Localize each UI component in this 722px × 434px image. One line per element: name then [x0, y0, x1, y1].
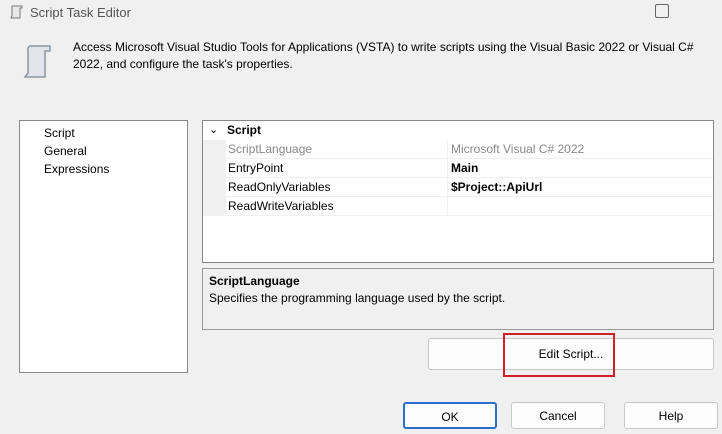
property-value[interactable]: Main — [448, 159, 713, 177]
property-help-panel: ScriptLanguage Specifies the programming… — [202, 268, 714, 330]
help-title: ScriptLanguage — [209, 274, 300, 288]
property-row[interactable]: EntryPoint Main — [203, 159, 713, 178]
property-name: ReadWriteVariables — [226, 197, 448, 215]
header-description: Access Microsoft Visual Studio Tools for… — [73, 40, 694, 71]
property-grid: ⌄ Script ScriptLanguage Microsoft Visual C… — [202, 120, 714, 263]
help-button[interactable]: Help — [624, 402, 718, 429]
property-value[interactable]: Microsoft Visual C# 2022 — [448, 140, 713, 158]
ok-button[interactable]: OK — [403, 402, 497, 429]
window-title: Script Task Editor — [30, 5, 131, 20]
nav-item-expressions[interactable]: Expressions — [20, 160, 187, 178]
chevron-down-icon[interactable]: ⌄ — [209, 121, 218, 140]
help-text: Specifies the programming language used … — [209, 291, 506, 305]
cancel-button[interactable]: Cancel — [511, 402, 605, 429]
highlight-box — [503, 333, 615, 377]
category-script[interactable]: ⌄ Script — [203, 121, 713, 140]
nav-item-script[interactable]: Script — [20, 124, 187, 142]
category-label: Script — [227, 123, 262, 137]
nav-item-general[interactable]: General — [20, 142, 187, 160]
property-row[interactable]: ReadOnlyVariables $Project::ApiUrl — [203, 178, 713, 197]
script-icon — [10, 5, 23, 19]
property-row[interactable]: ReadWriteVariables — [203, 197, 713, 216]
maximize-button[interactable] — [655, 4, 669, 18]
property-name: ScriptLanguage — [226, 140, 448, 158]
property-name: ReadOnlyVariables — [226, 178, 448, 196]
script-scroll-icon — [23, 45, 51, 78]
property-value[interactable]: $Project::ApiUrl — [448, 178, 713, 196]
page-list: Script General Expressions — [19, 120, 188, 373]
property-value[interactable] — [448, 197, 713, 215]
property-row[interactable]: ScriptLanguage Microsoft Visual C# 2022 — [203, 140, 713, 159]
property-name: EntryPoint — [226, 159, 448, 177]
